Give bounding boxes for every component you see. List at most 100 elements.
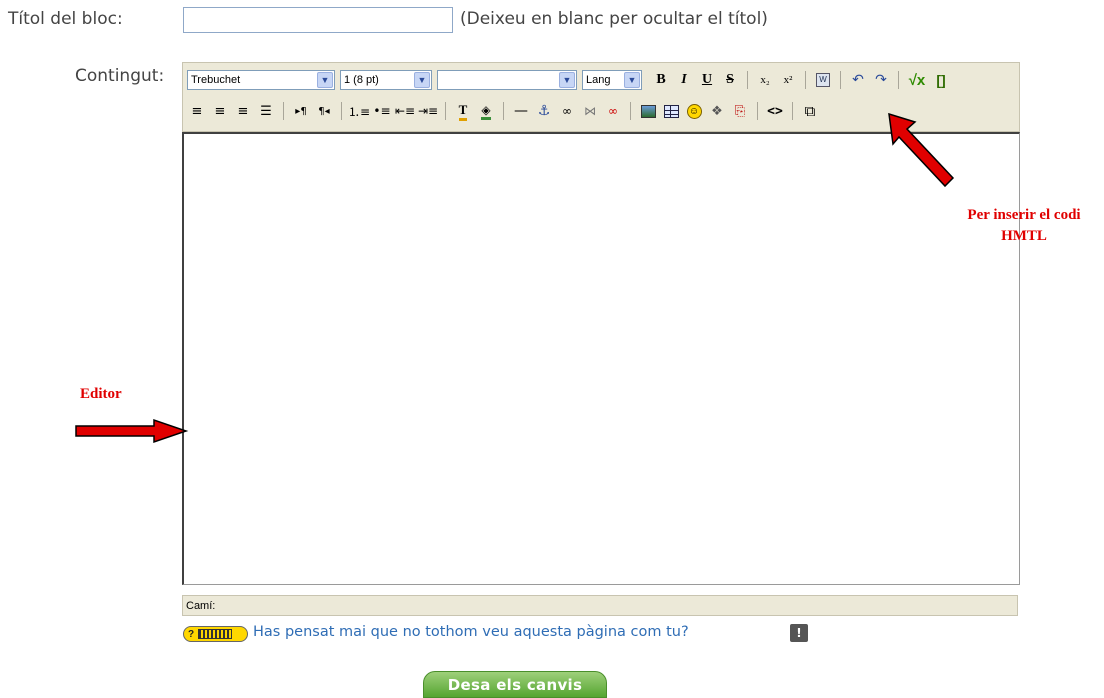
- toolbar-separator: [757, 102, 758, 120]
- strikethrough-button[interactable]: S: [720, 69, 740, 91]
- title-hint: (Deixeu en blanc per ocultar el títol): [460, 9, 768, 29]
- subscript-button[interactable]: x₂: [755, 69, 775, 91]
- format-select[interactable]: ▼: [437, 70, 577, 90]
- toolbar-separator: [503, 102, 504, 120]
- align-center-icon: ≡: [214, 103, 226, 119]
- help-icon: ?: [188, 628, 195, 640]
- language-value: Lang: [586, 74, 611, 86]
- insert-table-button[interactable]: [661, 100, 681, 122]
- square-root-icon: √x: [908, 71, 926, 89]
- html-source-button[interactable]: <>: [765, 100, 785, 122]
- toolbar-row-2: ≡ ≡ ≡ ☰ ▸¶ ¶◂ ⒈≡ •≡ ⇤≡ ⇥≡ T ◈ — ⚓ ∞ ⋈ ∞ …: [187, 97, 820, 125]
- horizontal-rule-icon: —: [514, 103, 528, 119]
- ltr-icon: ▸¶: [295, 105, 307, 117]
- chevron-down-icon: ▼: [317, 72, 333, 88]
- search-replace-icon: ⎘: [734, 103, 746, 119]
- justify-icon: ☰: [260, 103, 272, 119]
- align-right-button[interactable]: ≡: [233, 100, 253, 122]
- chevron-down-icon: ▼: [624, 72, 640, 88]
- outdent-button[interactable]: ⇤≡: [395, 100, 415, 122]
- font-family-value: Trebuchet: [191, 74, 241, 86]
- unordered-list-button[interactable]: •≡: [372, 100, 392, 122]
- keyboard-icon: [198, 629, 233, 639]
- smiley-icon: ☺: [686, 103, 702, 119]
- text-color-icon: T: [458, 102, 468, 121]
- italic-button[interactable]: I: [674, 69, 694, 91]
- clean-word-icon: W: [816, 73, 830, 87]
- unlink-icon: ⋈: [584, 104, 596, 118]
- rtl-icon: ¶◂: [318, 105, 330, 117]
- chevron-down-icon: ▼: [559, 72, 575, 88]
- equation-button[interactable]: √x: [906, 69, 928, 91]
- undo-button[interactable]: ↶: [848, 69, 868, 91]
- align-center-button[interactable]: ≡: [210, 100, 230, 122]
- align-right-icon: ≡: [237, 103, 249, 119]
- chevron-down-icon: ▼: [414, 72, 430, 88]
- ordered-list-button[interactable]: ⒈≡: [347, 100, 371, 122]
- accessibility-link[interactable]: Has pensat mai que no tothom veu aquesta…: [253, 624, 689, 640]
- anchor-button[interactable]: ⚓: [534, 100, 554, 122]
- nolink-button[interactable]: []: [931, 69, 951, 91]
- toolbar-separator: [341, 102, 342, 120]
- fullscreen-button[interactable]: ⧉: [800, 100, 820, 122]
- ordered-list-icon: ⒈≡: [347, 104, 371, 119]
- editor-path-bar: Camí:: [182, 595, 1018, 616]
- justify-button[interactable]: ☰: [256, 100, 276, 122]
- anchor-icon: ⚓: [537, 103, 551, 119]
- special-character-icon: ❖: [711, 103, 723, 119]
- align-left-button[interactable]: ≡: [187, 100, 207, 122]
- insert-image-button[interactable]: [638, 100, 658, 122]
- language-select[interactable]: Lang ▼: [582, 70, 642, 90]
- toolbar-row-1: Trebuchet ▼ 1 (8 pt) ▼ ▼ Lang ▼ B I U S …: [187, 66, 951, 94]
- html-arrow: [888, 112, 955, 188]
- toolbar-separator: [445, 102, 446, 120]
- save-button[interactable]: Desa els canvis: [423, 671, 607, 698]
- title-input[interactable]: [183, 7, 453, 33]
- ltr-button[interactable]: ▸¶: [291, 100, 311, 122]
- toolbar-separator: [283, 102, 284, 120]
- indent-icon: ⇥≡: [417, 104, 439, 118]
- html-annotation-line-2: HMTL: [1001, 228, 1047, 244]
- accessibility-badge[interactable]: ?: [183, 626, 248, 642]
- indent-button[interactable]: ⇥≡: [418, 100, 438, 122]
- font-size-select[interactable]: 1 (8 pt) ▼: [340, 70, 432, 90]
- paste-word-button[interactable]: W: [813, 69, 833, 91]
- editor-content-area[interactable]: [182, 132, 1020, 585]
- search-replace-button[interactable]: ⎘: [730, 100, 750, 122]
- outdent-icon: ⇤≡: [394, 104, 416, 118]
- brackets-icon: []: [936, 72, 946, 88]
- background-color-button[interactable]: ◈: [476, 100, 496, 122]
- toolbar-separator: [747, 71, 748, 89]
- toolbar-separator: [805, 71, 806, 89]
- path-label: Camí:: [186, 600, 216, 612]
- link-button[interactable]: ∞: [557, 100, 577, 122]
- html-annotation: Per inserir el codi HMTL: [940, 205, 1104, 247]
- font-family-select[interactable]: Trebuchet ▼: [187, 70, 335, 90]
- link-icon: ∞: [562, 104, 572, 118]
- broken-link-icon: ∞: [608, 104, 618, 118]
- font-size-value: 1 (8 pt): [344, 74, 379, 86]
- insert-smiley-button[interactable]: ☺: [684, 100, 704, 122]
- underline-button[interactable]: U: [697, 69, 717, 91]
- paint-bucket-icon: ◈: [481, 103, 491, 120]
- toolbar-separator: [898, 71, 899, 89]
- bold-button[interactable]: B: [651, 69, 671, 91]
- editor-annotation: Editor: [80, 386, 122, 402]
- nolink-remove-button[interactable]: ∞: [603, 100, 623, 122]
- table-icon: [663, 104, 679, 118]
- html-annotation-line-1: Per inserir el codi: [967, 207, 1081, 223]
- content-label: Contingut:: [75, 66, 165, 86]
- horizontal-rule-button[interactable]: —: [511, 100, 531, 122]
- warning-icon[interactable]: !: [790, 624, 808, 642]
- unlink-button[interactable]: ⋈: [580, 100, 600, 122]
- toolbar-separator: [630, 102, 631, 120]
- toolbar-separator: [792, 102, 793, 120]
- image-icon: [640, 104, 656, 118]
- title-label: Títol del bloc:: [8, 9, 123, 29]
- superscript-button[interactable]: x²: [778, 69, 798, 91]
- toolbar-separator: [840, 71, 841, 89]
- rtl-button[interactable]: ¶◂: [314, 100, 334, 122]
- redo-button[interactable]: ↷: [871, 69, 891, 91]
- text-color-button[interactable]: T: [453, 100, 473, 122]
- insert-character-button[interactable]: ❖: [707, 100, 727, 122]
